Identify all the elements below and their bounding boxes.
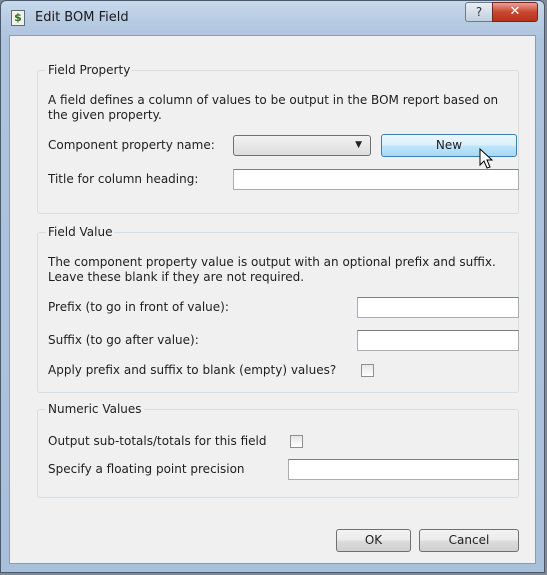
prefix-input[interactable] [357,297,519,318]
dialog-body: Field Property A field defines a column … [9,35,536,564]
component-property-combobox[interactable]: ▼ [233,135,371,156]
suffix-input[interactable] [357,330,519,351]
dollar-document-icon: $ [11,10,25,26]
field-property-description-line1: A field defines a column of values to be… [48,93,499,107]
precision-input[interactable] [288,459,519,480]
suffix-label: Suffix (to go after value): [48,333,199,347]
title-heading-label: Title for column heading: [48,172,199,186]
field-property-description-line2: the given property. [48,108,162,122]
subtotals-checkbox[interactable] [290,435,303,448]
field-value-legend: Field Value [46,225,115,239]
numeric-values-legend: Numeric Values [46,402,144,416]
window-title: Edit BOM Field [35,10,129,25]
precision-label: Specify a floating point precision [48,462,245,476]
ok-button[interactable]: OK [336,529,411,552]
cancel-button[interactable]: Cancel [419,529,519,552]
field-value-group: Field Value The component property value… [37,225,519,393]
dropdown-arrow-icon[interactable]: ▼ [355,140,362,151]
numeric-values-group: Numeric Values Output sub-totals/totals … [37,402,519,498]
mouse-pointer-icon [479,148,493,169]
edit-bom-field-dialog: $ Edit BOM Field ? ✕ Field Property A fi… [0,0,545,573]
field-property-group: Field Property A field defines a column … [37,63,519,214]
close-button[interactable]: ✕ [492,2,538,22]
component-property-label: Component property name: [48,138,215,152]
subtotals-label: Output sub-totals/totals for this field [48,434,267,448]
title-bar-buttons: ? ✕ [465,2,538,22]
apply-blank-checkbox[interactable] [361,364,374,377]
help-button[interactable]: ? [465,2,492,22]
field-property-legend: Field Property [46,63,133,77]
new-button[interactable]: New [381,134,517,157]
field-value-description-line2: Leave these blank if they are not requir… [48,270,305,284]
title-bar[interactable]: $ Edit BOM Field ? ✕ [1,1,544,35]
field-value-description-line1: The component property value is output w… [48,255,496,269]
apply-blank-label: Apply prefix and suffix to blank (empty)… [48,363,337,377]
title-heading-input[interactable] [233,169,519,190]
prefix-label: Prefix (to go in front of value): [48,300,229,314]
